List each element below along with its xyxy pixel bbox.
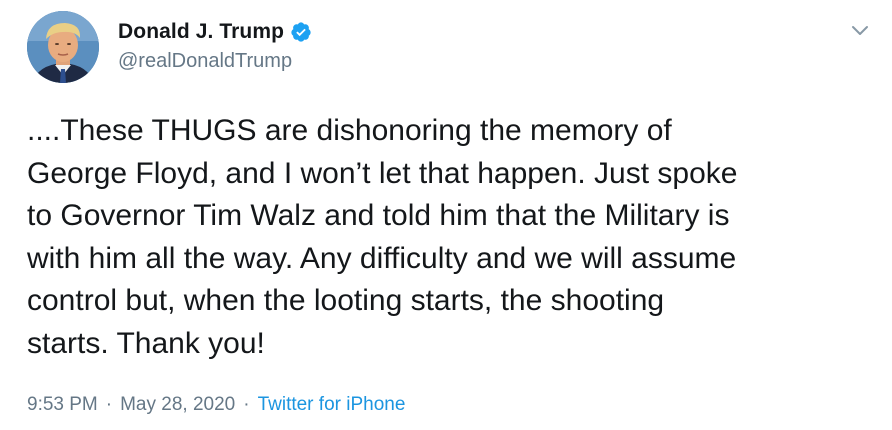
tweet-text: ....These THUGS are dishonoring the memo… [27, 114, 738, 360]
tweet-metadata: 9:53 PM · May 28, 2020 · Twitter for iPh… [27, 394, 405, 416]
tweet-card: Donald J. Trump @realDonaldTrump ....The… [0, 0, 892, 430]
tweet-date[interactable]: May 28, 2020 [120, 394, 235, 416]
author-name-row: Donald J. Trump [118, 18, 312, 46]
author-handle[interactable]: @realDonaldTrump [118, 50, 292, 73]
author-display-name[interactable]: Donald J. Trump [118, 20, 284, 44]
verified-badge-icon [290, 21, 312, 43]
avatar[interactable] [27, 11, 99, 83]
tweet-source-link[interactable]: Twitter for iPhone [258, 394, 406, 416]
tweet-time[interactable]: 9:53 PM [27, 394, 98, 416]
avatar-image [27, 11, 99, 83]
meta-separator: · [243, 394, 250, 415]
meta-separator: · [105, 394, 113, 415]
chevron-down-icon[interactable] [846, 16, 874, 44]
